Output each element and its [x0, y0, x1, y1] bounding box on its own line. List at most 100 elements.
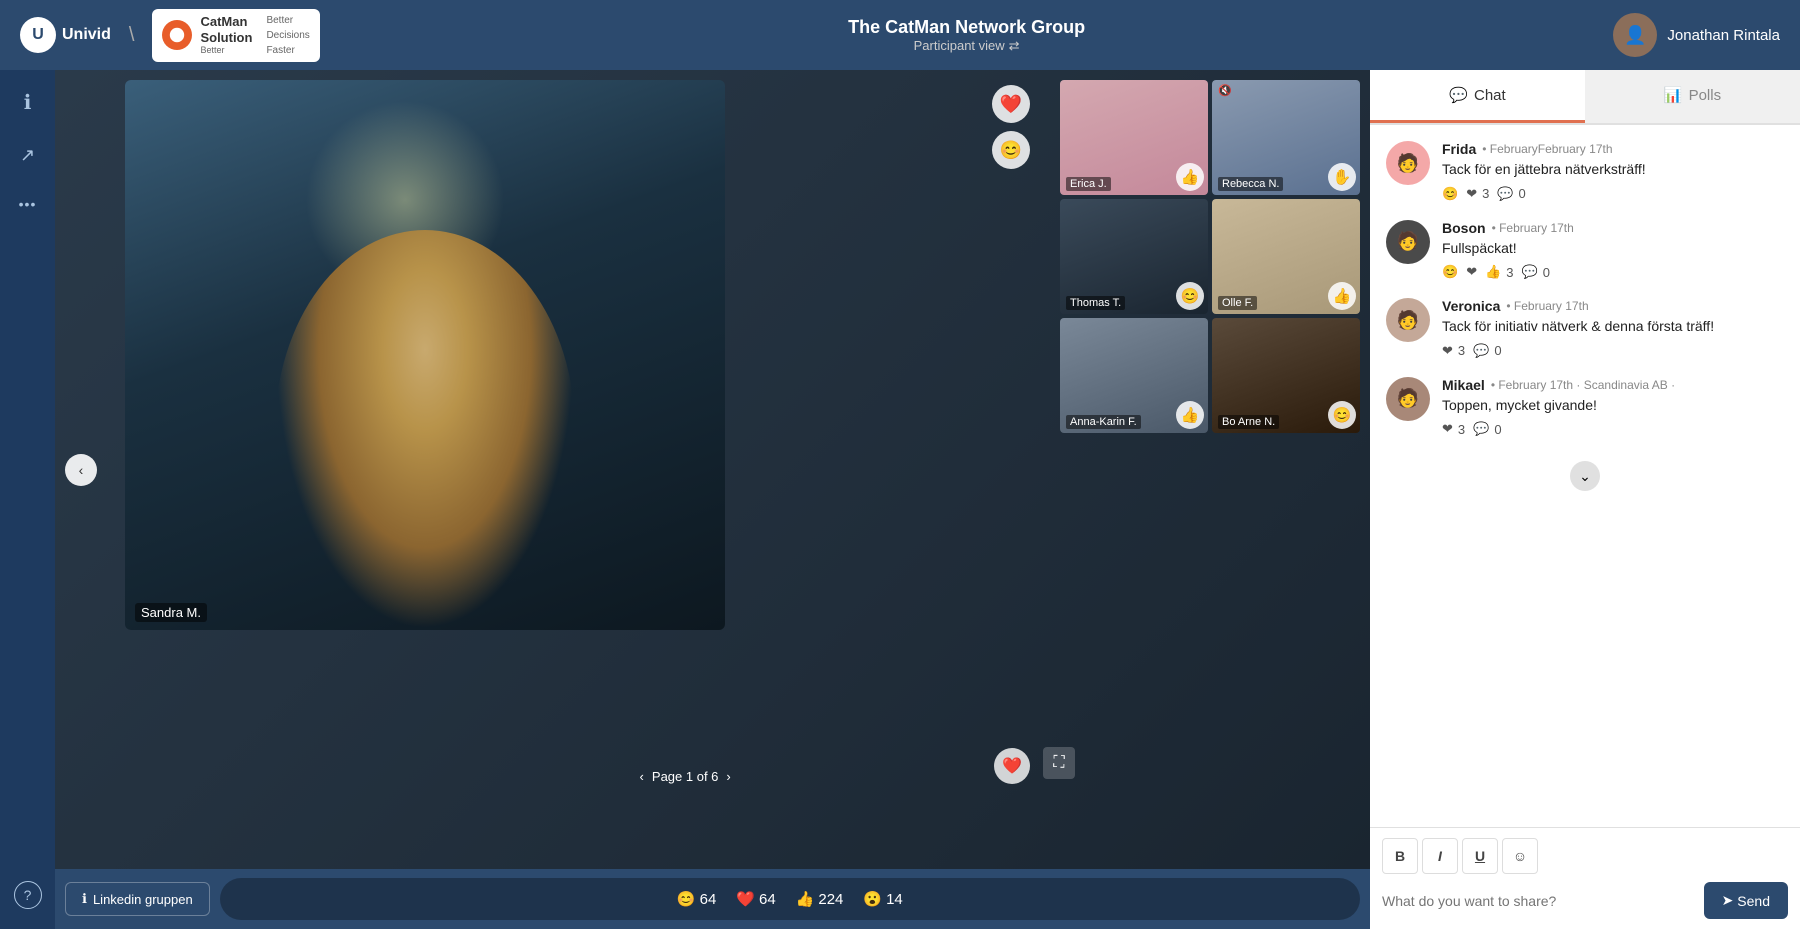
react-heart-mikael[interactable]: ❤ 3 [1442, 421, 1465, 437]
msg-text-frida: Tack för en jättebra nätverksträff! [1442, 160, 1784, 180]
react-comment-mikael[interactable]: 💬 0 [1473, 421, 1501, 437]
emoji-button[interactable]: ☺ [1502, 838, 1538, 874]
event-title: The CatMan Network Group [848, 17, 1085, 38]
info-icon[interactable]: ℹ [24, 90, 32, 115]
thumb-annakarin: Anna-Karin F. 👍 [1060, 318, 1208, 433]
wow-count-value: 14 [886, 891, 903, 908]
msg-text-mikael: Toppen, mycket givande! [1442, 396, 1784, 416]
header-left: U Univid \ CatMan Solution Better Better… [20, 9, 320, 62]
thumb-name-olle: Olle F. [1218, 296, 1257, 310]
tab-polls[interactable]: 📊 Polls [1585, 70, 1800, 123]
thumb-reaction-boarne: 😊 [1328, 401, 1356, 429]
thumbnail-grid: Erica J. 👍 🔇 Rebecca N. ✋ Thomas T. 😊 Ol… [1060, 80, 1360, 433]
msg-author-boson: Boson [1442, 220, 1486, 236]
msg-body-frida: Frida • FebruaryFebruary 17th Tack för e… [1442, 141, 1784, 202]
react-thumbs-boson[interactable]: 👍 3 [1485, 264, 1513, 280]
react-comment-frida[interactable]: 💬 0 [1497, 186, 1525, 202]
more-icon[interactable]: ••• [19, 196, 37, 212]
bottom-heart-button[interactable]: ❤️ [994, 748, 1030, 784]
catman-icon [162, 20, 192, 50]
send-button[interactable]: ➤ Send [1704, 882, 1788, 919]
wow-icon: 😮 [863, 890, 882, 908]
chat-panel: 💬 Chat 📊 Polls 🧑 Frida • FebruaryFebruar… [1370, 70, 1800, 929]
emoji-reaction-button[interactable]: 😊 [992, 131, 1030, 169]
msg-text-veronica: Tack för initiativ nätverk & denna först… [1442, 317, 1784, 337]
thumbs-count-value: 224 [818, 891, 843, 908]
send-icon: ➤ [1722, 892, 1734, 909]
header-right: 👤 Jonathan Rintala [1613, 13, 1780, 57]
thumb-name-annakarin: Anna-Karin F. [1066, 415, 1141, 429]
chat-message-input[interactable] [1382, 893, 1696, 909]
chat-tab-icon: 💬 [1449, 86, 1468, 104]
scroll-down-button[interactable]: ⌄ [1386, 455, 1784, 497]
heart-reaction-button[interactable]: ❤️ [992, 85, 1030, 123]
fullscreen-button[interactable]: ⛶ [1043, 747, 1075, 779]
thumb-rebecca: 🔇 Rebecca N. ✋ [1212, 80, 1360, 195]
react-heart-veronica[interactable]: ❤ 3 [1442, 343, 1465, 359]
polls-tab-icon: 📊 [1664, 86, 1683, 104]
thumb-name-boarne: Bo Arne N. [1218, 415, 1279, 429]
chat-input-area: B I U ☺ ➤ Send [1370, 827, 1800, 929]
thumb-reaction-rebecca: ✋ [1328, 163, 1356, 191]
bottom-reaction-strip: ❤️ [994, 748, 1030, 784]
univid-logo: U Univid [20, 17, 111, 53]
msg-time-boson: • February 17th [1492, 221, 1574, 235]
video-bottom-bar: ℹ Linkedin gruppen 😊 64 ❤️ 64 👍 224 😮 [55, 869, 1370, 929]
italic-button[interactable]: I [1422, 838, 1458, 874]
react-heart-frida[interactable]: ❤ 3 [1466, 186, 1489, 202]
msg-header-boson: Boson • February 17th [1442, 220, 1784, 236]
msg-time-frida: • FebruaryFebruary 17th [1482, 142, 1612, 156]
main-speaker-video: Sandra M. [125, 80, 725, 630]
catman-logo: CatMan Solution Better Better Decisions … [152, 9, 319, 62]
page-prev-arrow[interactable]: ‹ [640, 769, 644, 784]
underline-button[interactable]: U [1462, 838, 1498, 874]
subtitle-text: Participant view [914, 38, 1005, 53]
reaction-counts-bar: 😊 64 ❤️ 64 👍 224 😮 14 [220, 878, 1360, 920]
thumb-name-thomas: Thomas T. [1066, 296, 1125, 310]
linkedin-button[interactable]: ℹ Linkedin gruppen [65, 882, 210, 916]
linkedin-info-icon: ℹ [82, 891, 87, 907]
switch-icon: ⇄ [1009, 38, 1020, 54]
prev-page-button[interactable]: ‹ [65, 454, 97, 486]
msg-reactions-mikael: ❤ 3 💬 0 [1442, 421, 1784, 437]
send-label: Send [1737, 893, 1770, 909]
react-comment-boson[interactable]: 💬 0 [1522, 264, 1550, 280]
react-smiley-frida: 😊 [1442, 186, 1458, 202]
tab-chat[interactable]: 💬 Chat [1370, 70, 1585, 123]
msg-author-veronica: Veronica [1442, 298, 1500, 314]
scroll-down-circle[interactable]: ⌄ [1570, 461, 1600, 491]
catman-text: CatMan Solution Better [200, 14, 252, 56]
header: U Univid \ CatMan Solution Better Better… [0, 0, 1800, 70]
thumb-reaction-thomas: 😊 [1176, 282, 1204, 310]
message-boson: 🧑 Boson • February 17th Fullspäckat! 😊 ❤… [1386, 220, 1784, 281]
avatar-frida: 🧑 [1386, 141, 1430, 185]
share-icon[interactable]: ↗ [20, 145, 35, 166]
speaker-name-label: Sandra M. [135, 603, 207, 622]
thumb-thomas: Thomas T. 😊 [1060, 199, 1208, 314]
wow-count: 😮 14 [863, 890, 902, 908]
msg-header-mikael: Mikael • February 17th · Scandinavia AB … [1442, 377, 1784, 393]
thumbs-count: 👍 224 [796, 890, 844, 908]
main-content: ℹ ↗ ••• ? Sandra M. ‹ ❤️ 😊 [0, 70, 1800, 929]
univid-icon: U [20, 17, 56, 53]
top-reaction-buttons: ❤️ 😊 [992, 85, 1030, 169]
msg-text-boson: Fullspäckat! [1442, 239, 1784, 259]
help-icon[interactable]: ? [14, 881, 42, 909]
video-area: Sandra M. ‹ ❤️ 😊 Erica J. 👍 🔇 [55, 70, 1370, 929]
thumb-boarne: Bo Arne N. 😊 [1212, 318, 1360, 433]
page-next-arrow[interactable]: › [726, 769, 730, 784]
view-mode: Participant view ⇄ [848, 38, 1085, 54]
msg-time-mikael: • February 17th · Scandinavia AB · [1491, 378, 1675, 392]
page-indicator: Page 1 of 6 [652, 769, 719, 784]
header-center: The CatMan Network Group Participant vie… [848, 17, 1085, 54]
bold-button[interactable]: B [1382, 838, 1418, 874]
catman-tagline: Better Decisions Faster [266, 13, 309, 58]
heart-count-value: 64 [759, 891, 776, 908]
msg-author-frida: Frida [1442, 141, 1476, 157]
react-comment-veronica[interactable]: 💬 0 [1473, 343, 1501, 359]
avatar-mikael: 🧑 [1386, 377, 1430, 421]
msg-header-veronica: Veronica • February 17th [1442, 298, 1784, 314]
polls-tab-label: Polls [1689, 87, 1722, 104]
msg-time-veronica: • February 17th [1506, 299, 1588, 313]
react-heart-boson: ❤ [1466, 264, 1477, 280]
